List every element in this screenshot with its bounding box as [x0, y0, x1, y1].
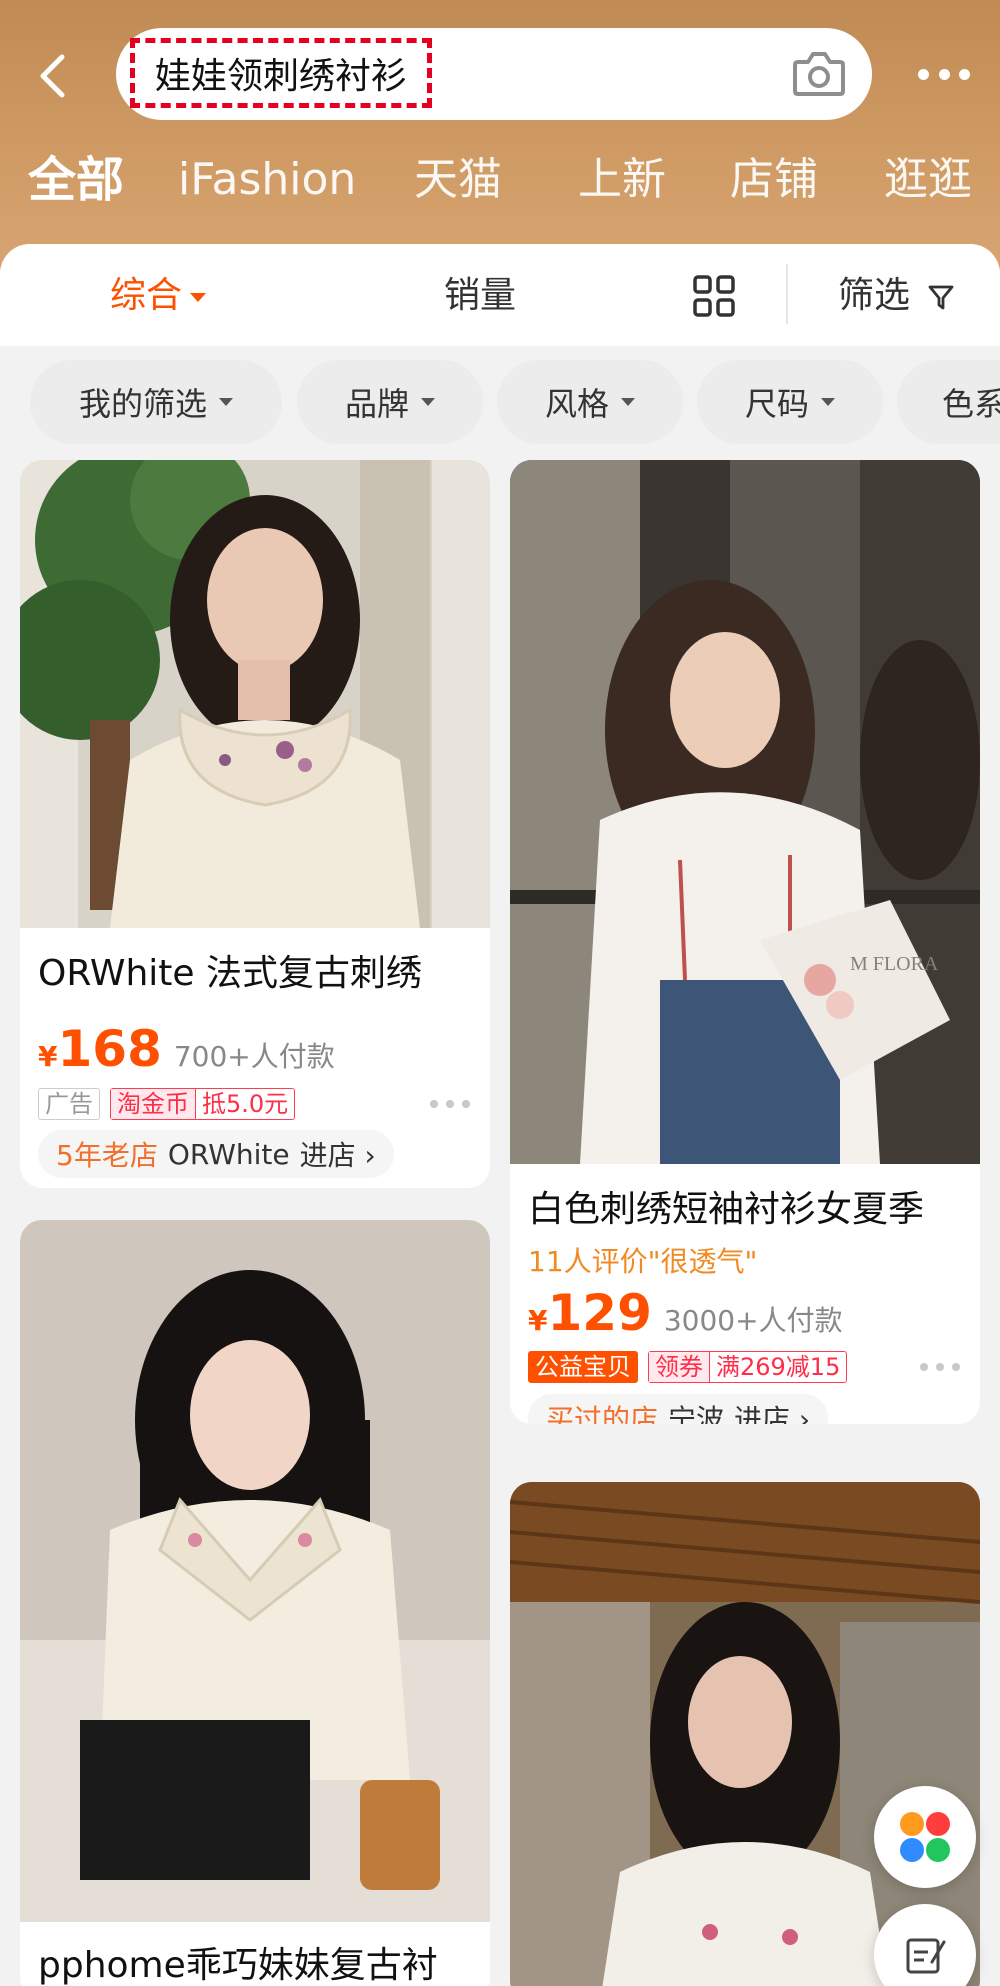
- coupon-tag: 领券 满269减15: [648, 1351, 848, 1383]
- promo-tags: 公益宝贝 领券 满269减15: [528, 1350, 848, 1384]
- tab-shops[interactable]: 店铺: [730, 140, 818, 220]
- search-query-text[interactable]: 娃娃领刺绣衬衫: [130, 38, 433, 108]
- tab-ifashion[interactable]: iFashion: [178, 140, 356, 220]
- product-image[interactable]: [20, 460, 490, 928]
- search-scope-tabs: 全部 iFashion 天猫 上新 店铺 逛逛: [0, 140, 1000, 220]
- filter-funnel-icon: [929, 285, 954, 310]
- caret-down-icon: [821, 398, 835, 406]
- chip-color[interactable]: 色系: [897, 360, 1000, 444]
- more-dots-icon: [430, 1100, 438, 1108]
- product-title[interactable]: ORWhite 法式复古刺绣: [38, 944, 422, 996]
- more-options-button[interactable]: [912, 52, 976, 96]
- camera-search-button[interactable]: [792, 48, 846, 98]
- back-button[interactable]: [28, 44, 78, 108]
- caret-down-icon: [219, 398, 233, 406]
- enter-store: 进店 ›: [734, 1403, 811, 1424]
- product-title[interactable]: 白色刺绣短袖衬衫女夏季: [528, 1180, 924, 1232]
- caret-down-icon: [621, 398, 635, 406]
- filter-chips: 我的筛选 品牌 风格 尺码 色系: [0, 360, 1000, 446]
- grid-view-icon: [693, 275, 735, 317]
- tab-tmall[interactable]: 天猫: [414, 140, 502, 220]
- coin-tag: 淘金币 抵5.0元: [110, 1088, 296, 1120]
- more-dots-icon: [920, 1363, 928, 1371]
- currency-symbol: ¥: [38, 1040, 58, 1073]
- caret-down-icon: [421, 398, 435, 406]
- product-image[interactable]: M FLORA: [510, 460, 980, 1164]
- store-link[interactable]: 买过的店 宁波 进店 ›: [528, 1394, 829, 1424]
- price-row: ¥ 129 3000+人付款: [528, 1284, 843, 1342]
- product-card[interactable]: ORWhite 法式复古刺绣 ¥ 168 700+人付款 广告 淘金币 抵5.0元…: [20, 460, 490, 1188]
- apps-shortcut-button[interactable]: [874, 1786, 976, 1888]
- sales-count: 3000+人付款: [663, 1304, 843, 1337]
- chip-brand[interactable]: 品牌: [297, 360, 483, 444]
- camera-icon: [793, 52, 845, 96]
- tab-new[interactable]: 上新: [578, 140, 666, 220]
- product-image[interactable]: [20, 1220, 490, 1922]
- price-row: ¥ 168 700+人付款: [38, 1020, 335, 1078]
- review-snippet: 11人评价"很透气": [528, 1245, 758, 1278]
- top-header: 娃娃领刺绣衬衫 全部 iFashion 天猫 上新 店铺 逛逛: [0, 0, 1000, 270]
- store-name: ORWhite: [167, 1137, 290, 1171]
- store-badge: 5年老店: [56, 1139, 158, 1172]
- chip-my-filter[interactable]: 我的筛选: [30, 360, 282, 444]
- results-panel: 综合 销量 筛选 我的筛选 品牌 风格 尺码 色系 ORWhite 法式复古刺绣…: [0, 244, 1000, 1986]
- store-name: 宁波: [668, 1403, 725, 1424]
- more-dots-icon: [918, 68, 929, 80]
- currency-symbol: ¥: [528, 1304, 548, 1337]
- app-grid-icon: [900, 1812, 950, 1862]
- sales-count: 700+人付款: [173, 1040, 335, 1073]
- sort-comprehensive[interactable]: 综合: [110, 266, 207, 326]
- view-toggle-button[interactable]: [692, 274, 736, 318]
- product-title[interactable]: pphome乖巧妹妹复古衬: [38, 1936, 438, 1986]
- filter-button[interactable]: 筛选: [838, 266, 955, 326]
- chip-size[interactable]: 尺码: [697, 360, 883, 444]
- tab-all[interactable]: 全部: [28, 140, 124, 220]
- charity-tag: 公益宝贝: [528, 1351, 638, 1383]
- chip-style[interactable]: 风格: [497, 360, 683, 444]
- store-link[interactable]: 5年老店 ORWhite 进店 ›: [38, 1130, 394, 1178]
- store-badge: 买过的店: [546, 1403, 659, 1424]
- ad-tag: 广告: [38, 1088, 100, 1120]
- sort-divider: [786, 264, 788, 324]
- price-value: 168: [57, 1020, 162, 1078]
- sort-bar: 综合 销量 筛选: [0, 244, 1000, 346]
- enter-store: 进店 ›: [299, 1139, 376, 1172]
- product-card[interactable]: M FLORA 白色刺绣短袖衬衫女夏季 11人评价"很透气" ¥ 129 300…: [510, 460, 980, 1424]
- search-bar[interactable]: 娃娃领刺绣衬衫: [116, 28, 872, 120]
- caret-down-icon: [190, 292, 207, 302]
- card-more-button[interactable]: [920, 1363, 960, 1373]
- back-arrow-icon: [40, 54, 65, 98]
- card-more-button[interactable]: [430, 1100, 470, 1110]
- bouquet-wrap-text: M FLORA: [850, 953, 939, 975]
- price-value: 129: [547, 1284, 652, 1342]
- promo-tags: 广告 淘金币 抵5.0元: [38, 1087, 296, 1121]
- note-edit-icon: [906, 1938, 946, 1974]
- tab-browse[interactable]: 逛逛: [884, 140, 972, 220]
- sort-sales[interactable]: 销量: [444, 266, 516, 326]
- product-card[interactable]: pphome乖巧妹妹复古衬: [20, 1220, 490, 1986]
